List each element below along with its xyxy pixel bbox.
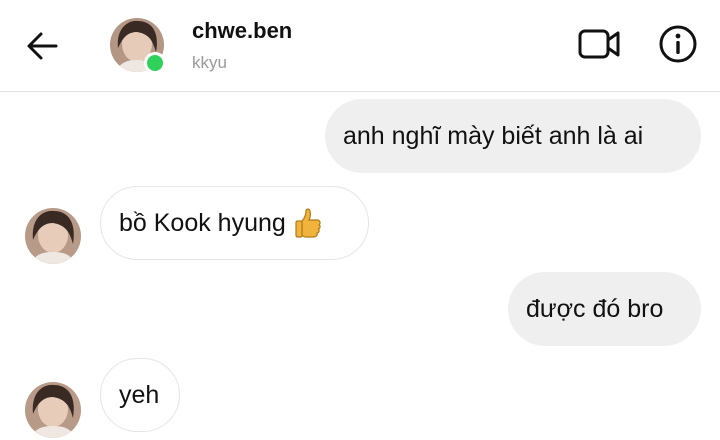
thumbs-up-emoji-icon	[295, 208, 321, 238]
back-button[interactable]	[22, 28, 62, 64]
info-icon	[659, 25, 697, 63]
video-camera-icon	[578, 29, 620, 59]
back-arrow-icon	[27, 32, 58, 60]
chat-user-subtitle: kkyu	[192, 53, 227, 72]
message-text: yeh	[119, 380, 160, 409]
message-bubble-incoming[interactable]: yeh	[100, 358, 180, 432]
message-bubble-outgoing[interactable]: anh nghĩ mày biết anh là ai	[325, 99, 701, 173]
sender-avatar[interactable]	[25, 208, 81, 264]
chat-header: chwe.ben kkyu	[0, 0, 720, 92]
message-text: bồ Kook hyung	[119, 208, 286, 237]
message-bubble-outgoing[interactable]: được đó bro	[508, 272, 701, 346]
message-text: anh nghĩ mày biết anh là ai	[343, 121, 644, 150]
message-text: được đó bro	[526, 294, 664, 323]
online-status-indicator	[144, 52, 166, 74]
message-bubble-incoming[interactable]: bồ Kook hyung	[100, 186, 369, 260]
sender-avatar[interactable]	[25, 382, 81, 438]
info-button[interactable]	[656, 22, 700, 66]
video-call-button[interactable]	[574, 24, 624, 64]
chat-user-name[interactable]: chwe.ben	[192, 18, 292, 44]
